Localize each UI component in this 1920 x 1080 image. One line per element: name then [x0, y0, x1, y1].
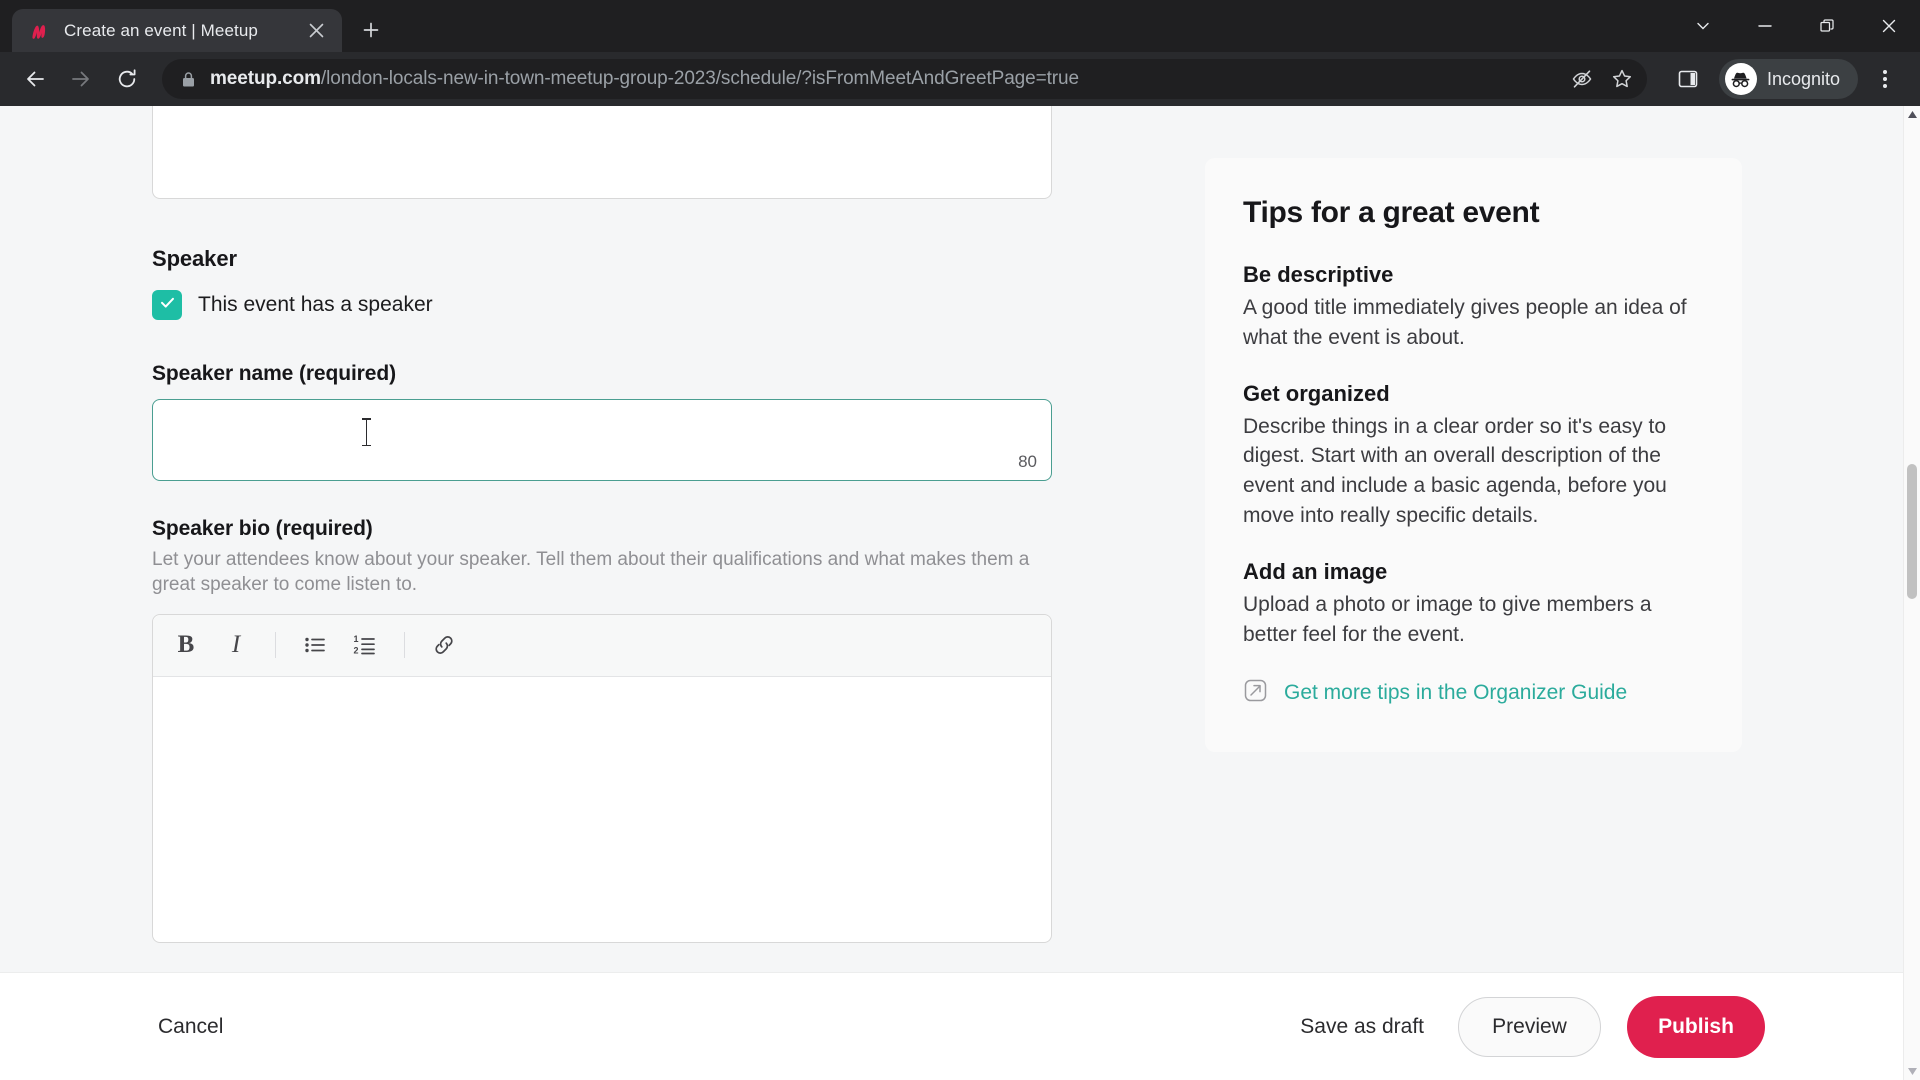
caret-down-icon[interactable]: [1904, 1063, 1920, 1080]
preview-button[interactable]: Preview: [1458, 996, 1601, 1057]
speaker-name-input[interactable]: 80: [152, 399, 1052, 481]
scrollbar-thumb[interactable]: [1907, 464, 1917, 599]
speaker-bio-help: Let your attendees know about your speak…: [152, 549, 1030, 596]
cancel-button[interactable]: Cancel: [158, 1015, 223, 1039]
browser-tab[interactable]: Create an event | Meetup: [12, 9, 342, 52]
speaker-bio-textarea[interactable]: [153, 676, 1051, 942]
rich-text-toolbar: B I 1 2: [153, 614, 1051, 677]
omnibox-actions: [1563, 60, 1641, 98]
svg-text:1: 1: [354, 634, 359, 644]
tip-body: Upload a photo or image to give members …: [1243, 592, 1652, 646]
url-host: meetup.com: [210, 68, 321, 89]
toolbar-divider: [275, 632, 276, 659]
form-action-bar: Cancel Save as draft Preview Publish: [0, 972, 1903, 1080]
toolbar-right: Incognito: [1667, 58, 1906, 100]
url-path: /london-locals-new-in-town-meetup-group-…: [320, 68, 1079, 89]
page-content: Speaker This event has a speaker Speaker…: [0, 106, 1903, 1080]
speaker-checkbox-label: This event has a speaker: [198, 293, 433, 316]
tip-item: Be descriptive A good title immediately …: [1243, 262, 1704, 353]
tip-item: Get organized Describe things in a clear…: [1243, 381, 1704, 531]
tip-heading: Add an image: [1243, 558, 1388, 584]
url-text: meetup.com/london-locals-new-in-town-mee…: [210, 68, 1079, 90]
chevron-down-icon[interactable]: [1672, 0, 1734, 52]
description-textarea-partial[interactable]: [152, 106, 1052, 199]
browser-toolbar: meetup.com/london-locals-new-in-town-mee…: [0, 52, 1920, 106]
tip-item: Add an image Upload a photo or image to …: [1243, 559, 1704, 650]
star-icon[interactable]: [1603, 60, 1641, 98]
profile-label: Incognito: [1766, 68, 1840, 89]
page-viewport: Speaker This event has a speaker Speaker…: [0, 106, 1920, 1080]
tab-strip: Create an event | Meetup: [0, 0, 1920, 52]
tip-body: Describe things in a clear order so it's…: [1243, 414, 1667, 528]
speaker-bio-label: Speaker bio (required): [152, 517, 373, 540]
close-icon[interactable]: [303, 18, 329, 44]
page-scrollbar[interactable]: [1903, 106, 1920, 1080]
window-controls: [1672, 0, 1920, 52]
bold-icon[interactable]: B: [163, 622, 209, 668]
forward-button[interactable]: [60, 58, 102, 100]
profile-chip-incognito[interactable]: Incognito: [1718, 59, 1858, 99]
organizer-guide-link[interactable]: Get more tips in the Organizer Guide: [1284, 681, 1627, 705]
organizer-guide-link-row[interactable]: Get more tips in the Organizer Guide: [1243, 678, 1704, 708]
publish-button[interactable]: Publish: [1627, 995, 1765, 1058]
save-as-draft-button[interactable]: Save as draft: [1300, 1015, 1424, 1039]
speaker-name-field: Speaker name (required) 80: [152, 362, 1052, 481]
speaker-name-char-count: 80: [1018, 452, 1037, 471]
browser-window: Create an event | Meetup meetup.com/lond…: [0, 0, 1920, 1080]
tip-body: A good title immediately gives people an…: [1243, 296, 1687, 349]
caret-up-icon[interactable]: [1904, 106, 1920, 123]
link-icon[interactable]: [421, 622, 467, 668]
toolbar-divider: [404, 632, 405, 659]
side-panel-icon[interactable]: [1667, 58, 1709, 100]
three-dot-menu-icon[interactable]: [1864, 58, 1906, 100]
text-cursor-icon: [362, 418, 371, 446]
speaker-section-title: Speaker: [152, 246, 237, 271]
speaker-name-label: Speaker name (required): [152, 362, 396, 385]
tip-heading: Be descriptive: [1243, 262, 1394, 287]
speaker-checkbox-row[interactable]: This event has a speaker: [152, 290, 1052, 320]
restore-window-icon[interactable]: [1796, 0, 1858, 52]
incognito-hat-icon: [1724, 63, 1757, 95]
back-button[interactable]: [14, 58, 56, 100]
new-tab-button[interactable]: [354, 13, 388, 47]
scrollbar-track[interactable]: [1904, 123, 1920, 1063]
close-window-icon[interactable]: [1858, 0, 1920, 52]
speaker-checkbox[interactable]: [152, 290, 182, 320]
event-form: Speaker This event has a speaker Speaker…: [0, 106, 1903, 1080]
bullet-list-icon[interactable]: [292, 622, 338, 668]
svg-text:2: 2: [354, 645, 359, 655]
eye-slash-icon[interactable]: [1563, 60, 1601, 98]
form-column: Speaker This event has a speaker Speaker…: [152, 246, 1052, 943]
italic-icon[interactable]: I: [213, 622, 259, 668]
tips-title: Tips for a great event: [1243, 196, 1540, 229]
minimize-icon[interactable]: [1734, 0, 1796, 52]
external-link-icon: [1243, 678, 1268, 708]
tips-panel: Tips for a great event Be descriptive A …: [1205, 158, 1742, 752]
numbered-list-icon[interactable]: 1 2: [342, 622, 388, 668]
tab-title: Create an event | Meetup: [64, 20, 258, 40]
tip-heading: Get organized: [1243, 380, 1390, 406]
meetup-logo-icon: [29, 20, 51, 42]
tips-card: Tips for a great event Be descriptive A …: [1205, 158, 1742, 752]
speaker-bio-field: Speaker bio (required) Let your attendee…: [152, 517, 1052, 943]
reload-button[interactable]: [106, 58, 148, 100]
lock-icon: [181, 71, 196, 88]
address-bar[interactable]: meetup.com/london-locals-new-in-town-mee…: [162, 59, 1647, 99]
checkmark-icon: [158, 293, 177, 317]
speaker-bio-editor[interactable]: B I 1 2: [152, 613, 1052, 943]
